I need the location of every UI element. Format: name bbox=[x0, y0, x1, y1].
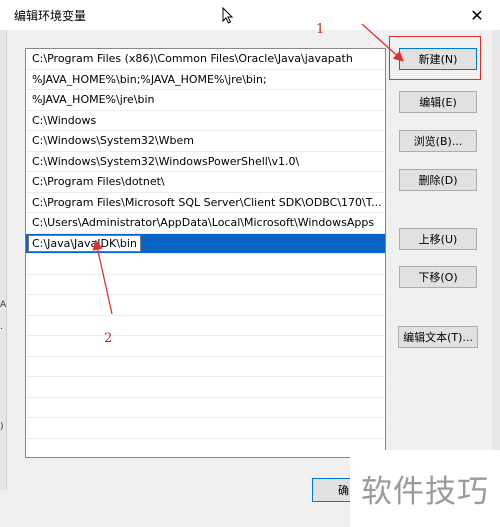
path-list-item-selected[interactable]: C:\Java\JavaJDK\bin bbox=[26, 233, 385, 254]
watermark: 软件技巧 bbox=[350, 450, 500, 527]
background-glyph: A bbox=[0, 300, 7, 310]
path-list-empty-row[interactable] bbox=[26, 336, 385, 357]
new-button[interactable]: 新建(N) bbox=[399, 48, 477, 70]
watermark-text: 软件技巧 bbox=[361, 474, 489, 510]
path-list-item[interactable]: C:\Users\Administrator\AppData\Local\Mic… bbox=[26, 213, 385, 234]
annotation-step-1: 1 bbox=[316, 22, 325, 37]
background-window-edge: A . ) bbox=[0, 30, 7, 490]
title-bar: 编辑环境变量 ✕ bbox=[0, 0, 500, 30]
path-list-item[interactable]: C:\Windows bbox=[26, 111, 385, 131]
window-title: 编辑环境变量 bbox=[14, 9, 87, 23]
path-list-item[interactable]: C:\Windows\System32\WindowsPowerShell\v1… bbox=[26, 152, 385, 172]
mouse-cursor-icon bbox=[222, 7, 233, 24]
background-window-edge-right bbox=[492, 30, 500, 450]
path-edit-field[interactable]: C:\Java\JavaJDK\bin bbox=[28, 234, 141, 252]
path-list-empty-row[interactable] bbox=[26, 295, 385, 316]
delete-button[interactable]: 删除(D) bbox=[399, 169, 477, 191]
close-icon[interactable]: ✕ bbox=[466, 4, 488, 26]
background-glyph: . bbox=[0, 322, 3, 332]
path-list-item[interactable]: C:\Windows\System32\Wbem bbox=[26, 131, 385, 152]
path-list[interactable]: C:\Program Files (x86)\Common Files\Orac… bbox=[25, 48, 386, 458]
browse-button[interactable]: 浏览(B)... bbox=[399, 130, 477, 152]
path-list-empty-row[interactable] bbox=[26, 377, 385, 398]
path-list-item[interactable]: %JAVA_HOME%\bin;%JAVA_HOME%\jre\bin; bbox=[26, 70, 385, 90]
path-list-item[interactable]: C:\Program Files\Microsoft SQL Server\Cl… bbox=[26, 193, 385, 213]
move-down-button[interactable]: 下移(O) bbox=[399, 266, 477, 288]
move-up-button[interactable]: 上移(U) bbox=[399, 228, 477, 250]
background-glyph: ) bbox=[0, 422, 4, 432]
path-list-item[interactable]: C:\Program Files (x86)\Common Files\Orac… bbox=[26, 49, 385, 70]
ok-button[interactable]: 确 bbox=[312, 478, 352, 502]
path-list-empty-row[interactable] bbox=[26, 357, 385, 377]
path-list-empty-row[interactable] bbox=[26, 418, 385, 439]
edit-text-button[interactable]: 编辑文本(T)... bbox=[398, 326, 478, 348]
path-list-item[interactable]: %JAVA_HOME%\jre\bin bbox=[26, 90, 385, 111]
path-list-empty-row[interactable] bbox=[26, 275, 385, 295]
path-list-empty-row[interactable] bbox=[26, 439, 385, 458]
path-list-item[interactable]: C:\Program Files\dotnet\ bbox=[26, 172, 385, 193]
edit-button[interactable]: 编辑(E) bbox=[399, 91, 477, 113]
path-list-empty-row[interactable] bbox=[26, 316, 385, 336]
path-list-empty-row[interactable] bbox=[26, 254, 385, 275]
annotation-step-2: 2 bbox=[104, 331, 113, 346]
path-list-empty-row[interactable] bbox=[26, 398, 385, 418]
